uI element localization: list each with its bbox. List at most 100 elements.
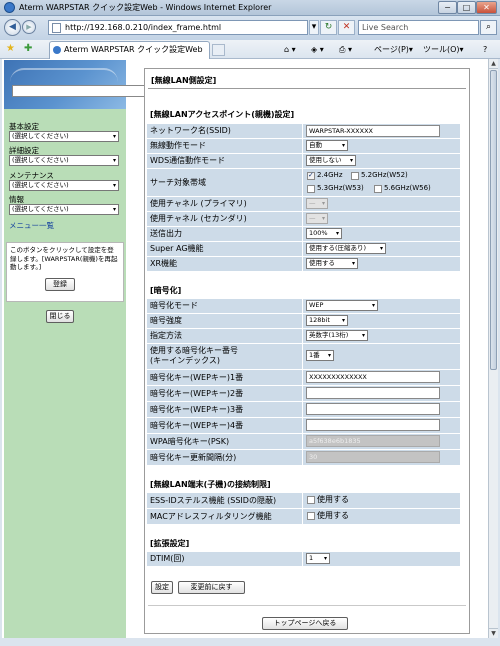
add-favorite-icon[interactable]: ✚ bbox=[24, 43, 32, 54]
band-52-checkbox[interactable] bbox=[351, 172, 359, 180]
info-select[interactable]: (選択してください) ▾ bbox=[9, 204, 119, 215]
wep-key3-cell bbox=[303, 402, 460, 417]
bottom-divider bbox=[148, 605, 466, 606]
enc-mode-label: 暗号化モード bbox=[147, 299, 302, 313]
section-title-access-limit: [無線LAN端末(子機)の接続制限] bbox=[150, 480, 271, 489]
forward-arrow-icon[interactable]: ▶ bbox=[22, 20, 36, 34]
method-label: 指定方法 bbox=[147, 329, 302, 343]
close-button[interactable]: 閉じる bbox=[46, 310, 74, 323]
band-56-checkbox[interactable] bbox=[374, 185, 382, 193]
mac-filter-cell: 使用する bbox=[303, 509, 460, 524]
wep-key3-label: 暗号化キー(WEPキー)3番 bbox=[147, 402, 302, 417]
tab-title: Aterm WARPSTAR クイック設定Web bbox=[64, 45, 203, 54]
maintenance-select[interactable]: (選択してください) ▾ bbox=[9, 180, 119, 191]
superag-select[interactable]: 使用する(圧縮あり) ▾ bbox=[306, 243, 386, 254]
address-dropdown-icon[interactable]: ▾ bbox=[309, 20, 319, 35]
menu-list-link[interactable]: メニュー一覧 bbox=[9, 220, 54, 231]
strength-select[interactable]: 128bit ▾ bbox=[306, 315, 348, 326]
search-icon[interactable]: ⌕ bbox=[480, 20, 497, 35]
channel-secondary-cell: — ▾ bbox=[303, 212, 460, 226]
xr-select[interactable]: 使用する ▾ bbox=[306, 258, 358, 269]
stop-icon[interactable]: ✕ bbox=[338, 20, 355, 35]
enc-mode-select[interactable]: WEP ▾ bbox=[306, 300, 378, 311]
home-icon[interactable]: ⌂ ▾ bbox=[284, 44, 296, 55]
minimize-button[interactable]: − bbox=[438, 1, 457, 14]
superag-label: Super AG機能 bbox=[147, 242, 302, 256]
mac-filter-cb-label: 使用する bbox=[317, 511, 349, 520]
sidebar-menu-label: 情報 bbox=[9, 195, 24, 204]
section-title-encryption: [暗号化] bbox=[150, 286, 182, 295]
title-divider bbox=[148, 88, 466, 89]
wep-key3-input[interactable] bbox=[306, 403, 440, 415]
scroll-down-icon[interactable]: ▼ bbox=[489, 628, 498, 638]
superag-cell: 使用する(圧縮あり) ▾ bbox=[303, 242, 460, 256]
back-arrow-icon[interactable]: ◀ bbox=[4, 19, 21, 36]
refresh-icon[interactable]: ↻ bbox=[320, 20, 337, 35]
wep-key2-input[interactable] bbox=[306, 387, 440, 399]
tools-menu[interactable]: ツール(O)▾ bbox=[423, 44, 464, 55]
interval-input[interactable]: 30 bbox=[306, 451, 440, 463]
print-icon[interactable]: ⎙ ▾ bbox=[339, 44, 352, 55]
keyidx-cell: 1番 ▾ bbox=[303, 344, 460, 369]
strength-cell: 128bit ▾ bbox=[303, 314, 460, 328]
power-cell: 100% ▾ bbox=[303, 227, 460, 241]
wep-key4-label: 暗号化キー(WEPキー)4番 bbox=[147, 418, 302, 433]
help-icon[interactable]: ? bbox=[483, 44, 487, 55]
wep-key4-input[interactable] bbox=[306, 419, 440, 431]
essid-stealth-checkbox[interactable] bbox=[307, 496, 315, 504]
scroll-thumb[interactable] bbox=[490, 70, 497, 370]
keyidx-select[interactable]: 1番 ▾ bbox=[306, 350, 334, 361]
mac-filter-checkbox[interactable] bbox=[307, 512, 315, 520]
page-icon bbox=[52, 23, 61, 33]
wds-cell: 使用しない ▾ bbox=[303, 154, 460, 168]
address-text: http://192.168.0.210/index_frame.html bbox=[65, 23, 222, 32]
scroll-up-icon[interactable]: ▲ bbox=[489, 59, 498, 69]
xr-label: XR機能 bbox=[147, 257, 302, 271]
channel-secondary-select[interactable]: — ▾ bbox=[306, 213, 328, 224]
tab-favicon-icon bbox=[53, 46, 61, 54]
detail-settings-select[interactable]: (選択してください) ▾ bbox=[9, 155, 119, 166]
channel-secondary-label: 使用チャネル (セカンダリ) bbox=[147, 212, 302, 226]
set-button[interactable]: 設定 bbox=[151, 581, 173, 594]
search-input[interactable]: Live Search bbox=[358, 20, 479, 35]
revert-button[interactable]: 変更前に戻す bbox=[178, 581, 245, 594]
psk-input[interactable]: a5f638e6b1835 bbox=[306, 435, 440, 447]
browser-tab[interactable]: Aterm WARPSTAR クイック設定Web bbox=[49, 41, 210, 59]
ssid-input[interactable]: WARPSTAR-XXXXXX bbox=[306, 125, 440, 137]
close-window-button[interactable]: ✕ bbox=[476, 1, 497, 14]
logo-swoosh bbox=[10, 68, 118, 82]
page-title: [無線LAN側設定] bbox=[151, 76, 217, 85]
vertical-scrollbar[interactable]: ▲ ▼ bbox=[488, 59, 498, 638]
wds-select[interactable]: 使用しない ▾ bbox=[306, 155, 356, 166]
mac-filter-label: MACアドレスフィルタリング機能 bbox=[147, 509, 302, 524]
basic-settings-select[interactable]: (選択してください) ▾ bbox=[9, 131, 119, 142]
ie-logo-icon bbox=[4, 2, 15, 13]
band-53-label: 5.3GHz(W53) bbox=[317, 184, 364, 192]
wep-key4-cell bbox=[303, 418, 460, 433]
page-menu[interactable]: ページ(P)▾ bbox=[374, 44, 413, 55]
register-button[interactable]: 登録 bbox=[45, 278, 75, 291]
band-52-label: 5.2GHz(W52) bbox=[361, 171, 408, 179]
new-tab-button[interactable] bbox=[212, 44, 225, 56]
essid-stealth-cb-label: 使用する bbox=[317, 495, 349, 504]
rss-icon[interactable]: ◈ ▾ bbox=[311, 44, 324, 55]
channel-primary-select[interactable]: — ▾ bbox=[306, 198, 328, 209]
wep-key1-input[interactable]: XXXXXXXXXXXXX bbox=[306, 371, 440, 383]
section-title-ap: [無線LANアクセスポイント(親機)設定] bbox=[150, 110, 295, 119]
address-input[interactable]: http://192.168.0.210/index_frame.html bbox=[48, 20, 308, 35]
top-page-button[interactable]: トップページへ戻る bbox=[262, 617, 348, 630]
maximize-button[interactable]: □ bbox=[457, 1, 476, 14]
keyidx-label-line1: 使用する暗号化キー番号 bbox=[150, 346, 238, 355]
channel-primary-cell: — ▾ bbox=[303, 197, 460, 211]
band-24-checkbox[interactable] bbox=[307, 171, 315, 180]
dtim-label: DTIM(回) bbox=[147, 552, 302, 566]
favorites-star-icon[interactable]: ★ bbox=[6, 43, 15, 54]
method-select[interactable]: 英数字(13桁) ▾ bbox=[306, 330, 368, 341]
wep-key1-label: 暗号化キー(WEPキー)1番 bbox=[147, 370, 302, 385]
strength-label: 暗号強度 bbox=[147, 314, 302, 328]
power-label: 送信出力 bbox=[147, 227, 302, 241]
dtim-select[interactable]: 1 ▾ bbox=[306, 553, 330, 564]
band-53-checkbox[interactable] bbox=[307, 185, 315, 193]
power-select[interactable]: 100% ▾ bbox=[306, 228, 342, 239]
mode-select[interactable]: 自動 ▾ bbox=[306, 140, 348, 151]
